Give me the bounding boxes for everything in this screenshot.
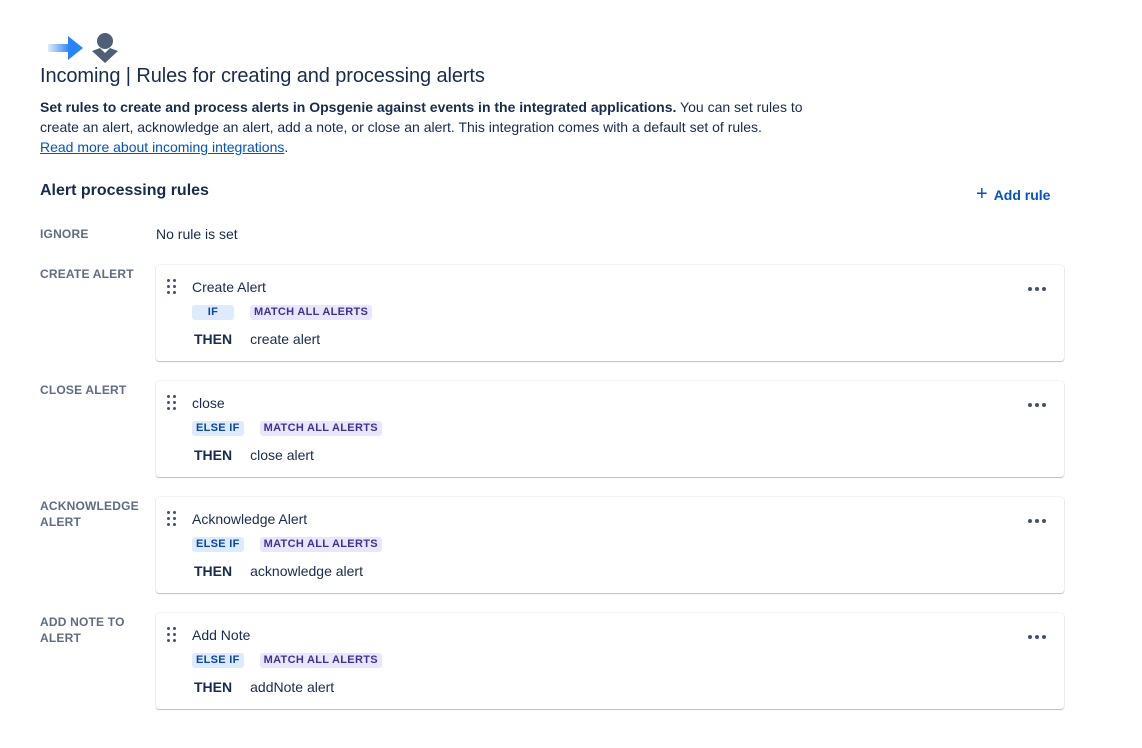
rule-name: Create Alert <box>192 279 266 295</box>
more-actions-icon[interactable] <box>1028 399 1046 411</box>
match-badge: MATCH ALL ALERTS <box>250 305 373 320</box>
rule-action: acknowledge alert <box>250 563 363 579</box>
match-badge: MATCH ALL ALERTS <box>259 653 382 668</box>
group-label-close-alert: CLOSE ALERT <box>40 383 127 397</box>
no-rule-text: No rule is set <box>156 226 238 242</box>
plus-icon: + <box>976 183 988 205</box>
then-label: THEN <box>194 331 233 347</box>
group-label-create-alert: CREATE ALERT <box>40 267 134 281</box>
ignore-label: IGNORE <box>40 227 89 241</box>
rule-name: close <box>192 395 225 411</box>
add-rule-label: Add rule <box>993 187 1051 203</box>
rule-action: create alert <box>250 331 321 347</box>
rule-card-acknowledge-alert[interactable]: Acknowledge Alert ELSE IF MATCH ALL ALER… <box>156 497 1064 593</box>
drag-handle-icon[interactable] <box>167 279 177 295</box>
match-badge: MATCH ALL ALERTS <box>259 537 382 552</box>
rule-card-add-note[interactable]: Add Note ELSE IF MATCH ALL ALERTS THEN a… <box>156 613 1064 709</box>
page-title: Incoming | Rules for creating and proces… <box>40 65 485 87</box>
then-label: THEN <box>194 563 233 579</box>
rule-name: Add Note <box>192 627 251 643</box>
group-label-acknowledge-alert: ACKNOWLEDGE ALERT <box>40 499 139 529</box>
more-actions-icon[interactable] <box>1028 283 1046 295</box>
rule-name: Acknowledge Alert <box>192 511 308 527</box>
rule-card-create-alert[interactable]: Create Alert IF MATCH ALL ALERTS THEN cr… <box>156 265 1064 361</box>
section-title: Alert processing rules <box>40 182 209 199</box>
read-more-link[interactable]: Read more about incoming integrations <box>40 139 284 155</box>
rule-card-close[interactable]: close ELSE IF MATCH ALL ALERTS THEN clos… <box>156 381 1064 477</box>
condition-badge: ELSE IF <box>192 653 244 668</box>
condition-badge: IF <box>192 305 234 320</box>
more-actions-icon[interactable] <box>1028 515 1046 527</box>
description-bold: Set rules to create and process alerts i… <box>40 99 677 115</box>
page-description: Set rules to create and process alerts i… <box>40 99 803 155</box>
integration-icons <box>46 32 120 64</box>
more-actions-icon[interactable] <box>1028 631 1046 643</box>
condition-badge: ELSE IF <box>192 421 244 436</box>
group-label-add-note: ADD NOTE TO ALERT <box>40 615 125 645</box>
rule-action: close alert <box>250 447 314 463</box>
arrow-right-icon <box>46 33 84 63</box>
add-rule-button[interactable]: + Add rule <box>976 183 1051 205</box>
condition-badge: ELSE IF <box>192 537 244 552</box>
drag-handle-icon[interactable] <box>167 627 177 643</box>
drag-handle-icon[interactable] <box>167 511 177 527</box>
drag-handle-icon[interactable] <box>167 395 177 411</box>
then-label: THEN <box>194 447 233 463</box>
user-icon <box>90 32 120 64</box>
then-label: THEN <box>194 679 233 695</box>
match-badge: MATCH ALL ALERTS <box>259 421 382 436</box>
rule-action: addNote alert <box>250 679 335 695</box>
